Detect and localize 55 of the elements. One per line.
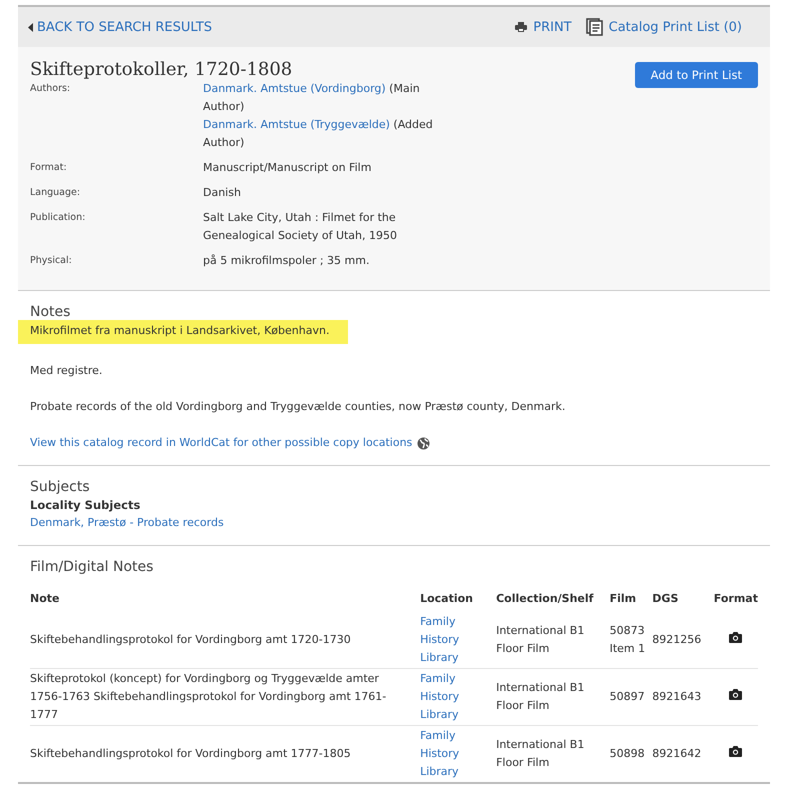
record-title: Skifteprotokoller, 1720-1808 [30,59,292,80]
note-text: Probate records of the old Vordingborg and Tryggevælde counties, now Præstø county, Denmark. [30,399,566,415]
table-cell: International B1 Floor Film [496,681,584,712]
table-cell-text: 50873 Item 1 [610,623,646,657]
section-heading: Film/Digital Notes [30,558,154,576]
table-cell: Skiftebehandlingsprotokol for Vordingborg amt 1720-1730 [30,633,351,646]
table-cell-text: 50897 [610,689,646,705]
back-link[interactable]: BACK TO SEARCH RESULTS [28,20,212,34]
subsection-heading: Locality Subjects [30,497,142,514]
field-label: Language: [30,186,82,200]
table-cell: 8921256 [652,633,702,646]
table-cell-text: 50898 [610,746,646,762]
globe-icon [417,436,430,450]
field-value: Danish [203,185,242,201]
table-cell: Skifteprotokol (koncept) for Vordingborg og Tryggevælde amter 1756-1763 Skiftebehandlingsprotokol for Vordingborg amt 1761-1777 [30,672,386,721]
section-heading: Subjects [30,478,91,496]
print-link[interactable]: PRINT [515,20,572,34]
printer-icon [515,22,528,32]
section-heading: Notes [30,303,72,321]
field-label: Format: [30,161,68,175]
caret-icon [28,22,33,32]
table-cell: 8921642 [652,747,702,760]
table-cell: International B1 Floor Film [496,738,584,769]
note-text: Med registre. [30,363,102,379]
location-link[interactable]: Family History Library [420,727,460,781]
subject-link[interactable]: Denmark, Præstø - Probate records [30,514,224,532]
column-header: DGS [652,591,680,607]
field-value: på 5 mikrofilmspoler ; 35 mm. [203,253,370,269]
field-label: Physical: [30,254,73,268]
column-header: Film [610,591,638,607]
print-list-link[interactable]: Catalog Print List (0) [586,18,742,36]
author-link[interactable]: Danmark. Amtstue (Vordingborg) [203,82,386,95]
camera-icon[interactable] [729,632,742,643]
camera-icon[interactable] [729,746,742,757]
field-value: Salt Lake City, Utah : Filmet for the Genealogical Society of Utah, 1950 [203,210,398,244]
worldcat-link[interactable]: View this catalog record in WorldCat for other possible copy locations [30,434,412,452]
field-label: Publication: [30,211,86,225]
author-entry: Danmark. Amtstue (Vordingborg) (Main Author) [203,81,421,115]
location-link[interactable]: Family History Library [420,670,460,724]
column-header: Location [420,591,474,607]
document-icon [586,18,603,36]
add-to-print-list-button[interactable]: Add to Print List [634,62,758,88]
column-header: Collection/Shelf [496,591,594,607]
column-header: Note [30,591,60,607]
table-cell: Skiftebehandlingsprotokol for Vordingborg amt 1777-1805 [30,747,351,760]
author-link[interactable]: Danmark. Amtstue (Tryggevælde) [203,118,390,131]
field-value: Manuscript/Manuscript on Film [203,160,372,176]
camera-icon[interactable] [729,689,742,700]
field-label: Authors: [30,82,72,96]
note-text: Mikrofilmet fra manuskript i Landsarkivet, København. [18,320,348,344]
column-header: Format [714,591,758,607]
author-entry: Danmark. Amtstue (Tryggevælde) (Added Author) [203,117,434,151]
table-cell: 8921643 [652,690,702,703]
table-cell: International B1 Floor Film [496,624,584,655]
location-link[interactable]: Family History Library [420,613,460,667]
